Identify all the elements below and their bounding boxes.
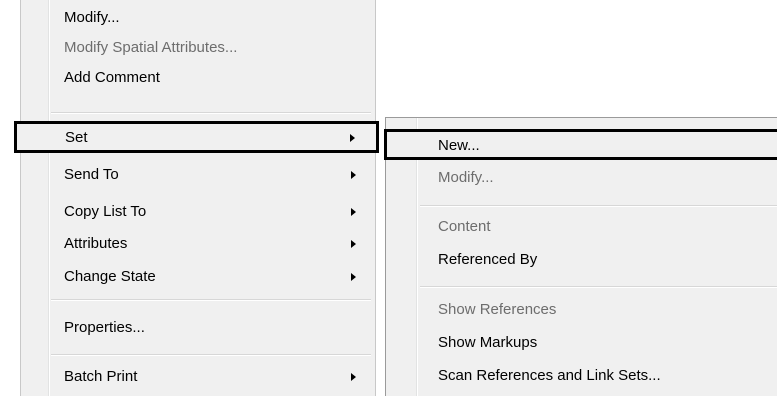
menu-item-send-to-label: Send To <box>64 166 119 183</box>
menu-item-add-comment[interactable]: Add Comment <box>22 63 374 93</box>
submenu-item-modify: Modify... <box>438 169 494 186</box>
menu-item-attributes-label: Attributes <box>64 235 128 252</box>
submenu-item-show-references: Show References <box>438 301 557 318</box>
set-submenu: New... Modify... Content Referenced By S… <box>384 117 777 396</box>
menu-item-properties[interactable]: Properties... <box>22 313 374 343</box>
menu-item-modify[interactable]: Modify... <box>22 3 374 33</box>
screenshot-stage: Modify... Modify Spatial Attributes... A… <box>0 0 777 396</box>
menu-item-modify-spatial-attributes: Modify Spatial Attributes... <box>64 39 238 56</box>
submenu-item-show-markups[interactable]: Show Markups <box>386 328 777 358</box>
context-menu: Modify... Modify Spatial Attributes... A… <box>14 0 379 396</box>
menu-separator <box>51 299 371 301</box>
menu-item-batch-print[interactable]: Batch Print <box>22 362 374 392</box>
chevron-right-icon <box>351 208 356 216</box>
menu-separator <box>51 354 371 356</box>
chevron-right-icon <box>351 373 356 381</box>
menu-item-send-to[interactable]: Send To <box>22 160 374 190</box>
menu-item-change-state[interactable]: Change State <box>22 262 374 292</box>
submenu-item-new[interactable]: New... <box>384 129 777 160</box>
menu-item-copy-list-to-label: Copy List To <box>64 203 147 220</box>
submenu-item-referenced-by[interactable]: Referenced By <box>386 245 777 275</box>
menu-separator <box>51 112 371 114</box>
chevron-right-icon <box>351 171 356 179</box>
menu-item-copy-list-to[interactable]: Copy List To <box>22 197 374 227</box>
submenu-separator <box>420 205 777 207</box>
submenu-item-content: Content <box>438 218 491 235</box>
menu-item-batch-print-label: Batch Print <box>64 368 138 385</box>
menu-item-set-label: Set <box>65 129 88 146</box>
menu-item-set[interactable]: Set <box>14 121 379 153</box>
submenu-separator <box>420 286 777 288</box>
chevron-right-icon <box>351 240 356 248</box>
chevron-right-icon <box>350 134 355 142</box>
submenu-item-scan-references[interactable]: Scan References and Link Sets... <box>386 361 777 391</box>
menu-item-attributes[interactable]: Attributes <box>22 229 374 259</box>
chevron-right-icon <box>351 273 356 281</box>
menu-item-change-state-label: Change State <box>64 268 156 285</box>
